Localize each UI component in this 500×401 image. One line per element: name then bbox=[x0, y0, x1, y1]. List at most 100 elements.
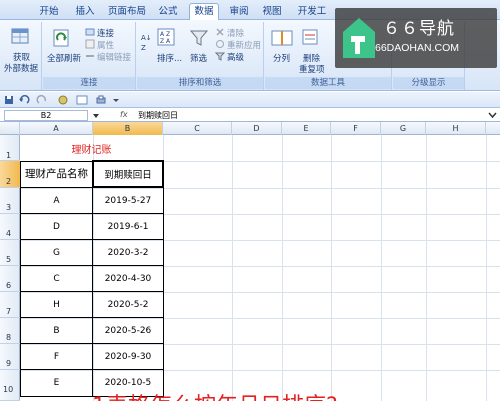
tab-data[interactable]: 数据 bbox=[189, 3, 219, 21]
tab-page-layout[interactable]: 页面布局 bbox=[104, 4, 150, 20]
table-row-product[interactable]: D bbox=[20, 222, 93, 232]
split-columns-button[interactable]: 分列 bbox=[273, 52, 290, 64]
table-row-product[interactable]: C bbox=[20, 274, 93, 284]
group-sort-filter: A↓ Z A Z Z A 排序... 筛选 清除 重新应用 高级 排序和筛选 bbox=[137, 22, 264, 90]
table-row-date[interactable]: 2019-6-1 bbox=[93, 222, 163, 232]
svg-text:A Z: A Z bbox=[160, 31, 170, 38]
table-row-date[interactable]: 2020-5-26 bbox=[93, 326, 163, 336]
row-header-6[interactable]: 6 bbox=[0, 266, 20, 292]
svg-text:Z: Z bbox=[141, 44, 146, 52]
row-header-4[interactable]: 4 bbox=[0, 214, 20, 240]
table-row-product[interactable]: F bbox=[20, 352, 93, 362]
table-row-product[interactable]: A bbox=[20, 196, 93, 206]
table-inner-border bbox=[20, 369, 164, 370]
table-inner-border bbox=[20, 317, 164, 318]
column-header-d[interactable]: D bbox=[232, 122, 282, 135]
select-all-corner[interactable] bbox=[0, 122, 20, 135]
table-row-date[interactable]: 2020-5-2 bbox=[93, 300, 163, 310]
formula-bar: B2 fx 到期赎回日 bbox=[0, 109, 500, 122]
name-box-dropdown-icon[interactable] bbox=[92, 112, 100, 120]
table-row-product[interactable]: E bbox=[20, 378, 93, 388]
column-header-e[interactable]: E bbox=[282, 122, 331, 135]
connections-group-label: 连接 bbox=[43, 77, 135, 89]
tab-view[interactable]: 视图 bbox=[257, 4, 287, 20]
redo-icon[interactable] bbox=[36, 95, 48, 105]
header-product-cell[interactable]: 理财产品名称 bbox=[20, 166, 93, 181]
gridline bbox=[486, 135, 487, 401]
name-box[interactable]: B2 bbox=[4, 110, 88, 121]
worksheet-grid[interactable]: 理财记账 理财产品名称 到期赎回日 A 2019-5-27 D 2019-6-1… bbox=[20, 135, 500, 401]
tab-insert[interactable]: 插入 bbox=[70, 4, 100, 20]
column-header-f[interactable]: F bbox=[331, 122, 381, 135]
undo-icon[interactable] bbox=[18, 95, 30, 105]
table-row-product[interactable]: H bbox=[20, 300, 93, 310]
row-header-9[interactable]: 9 bbox=[0, 344, 20, 370]
fx-icon[interactable]: fx bbox=[120, 110, 128, 119]
tab-review[interactable]: 审阅 bbox=[224, 4, 254, 20]
table-row-product[interactable]: B bbox=[20, 326, 93, 336]
tab-developer[interactable]: 开发工 bbox=[292, 4, 332, 20]
expand-formula-bar-icon[interactable] bbox=[488, 111, 497, 120]
refresh-all-icon bbox=[53, 29, 69, 47]
connections-button[interactable]: 连接 bbox=[97, 27, 114, 39]
filter-button[interactable]: 筛选 bbox=[190, 52, 207, 64]
row-header-7[interactable]: 7 bbox=[0, 292, 20, 318]
caption-overlay: 1表格怎么按年月日排序? bbox=[92, 388, 338, 401]
properties-button[interactable]: 属性 bbox=[97, 39, 114, 51]
table-row-date[interactable]: 2020-9-30 bbox=[93, 352, 163, 362]
sort-az-icon: A↓ Z bbox=[141, 34, 152, 52]
active-cell-cursor bbox=[92, 160, 164, 188]
advanced-button[interactable]: 高级 bbox=[227, 51, 244, 63]
reapply-icon bbox=[216, 40, 224, 48]
tab-formulas[interactable]: 公式 bbox=[153, 4, 183, 20]
outline-group-label: 分级显示 bbox=[393, 77, 464, 89]
row-header-3[interactable]: 3 bbox=[0, 188, 20, 214]
sort-button[interactable]: 排序... bbox=[157, 52, 182, 64]
sheet-title[interactable]: 理财记账 bbox=[20, 141, 163, 156]
refresh-all-button[interactable]: 全部刷新 bbox=[47, 52, 81, 64]
table-inner-border bbox=[20, 239, 164, 240]
edit-links-icon bbox=[86, 55, 94, 57]
clear-button[interactable]: 清除 bbox=[227, 27, 244, 39]
remove-duplicates-label-2[interactable]: 重复项 bbox=[299, 63, 325, 75]
column-header-g[interactable]: G bbox=[381, 122, 426, 135]
group-connections: 全部刷新 连接 属性 编辑链接 连接 bbox=[43, 22, 136, 90]
row-header-5[interactable]: 5 bbox=[0, 240, 20, 266]
table-inner-border bbox=[20, 213, 164, 214]
table-row-date[interactable]: 2020-3-2 bbox=[93, 248, 163, 258]
save-icon[interactable] bbox=[4, 95, 14, 105]
tab-home[interactable]: 开始 bbox=[34, 4, 64, 20]
formula-input[interactable]: 到期赎回日 bbox=[138, 110, 178, 121]
customize-toolbar-chevron-icon[interactable] bbox=[112, 96, 120, 104]
filter-funnel-icon bbox=[189, 30, 209, 46]
column-header-h[interactable]: H bbox=[426, 122, 486, 135]
svg-text:A↓: A↓ bbox=[141, 34, 152, 42]
gridline bbox=[381, 135, 382, 401]
spelling-icon[interactable] bbox=[76, 95, 88, 105]
group-external-data: 获取 外部数据 bbox=[0, 22, 42, 90]
edit-links-button[interactable]: 编辑链接 bbox=[97, 51, 131, 63]
reapply-button[interactable]: 重新应用 bbox=[227, 39, 261, 51]
row-header-10[interactable]: 10 bbox=[0, 370, 20, 401]
column-header-b[interactable]: B bbox=[93, 122, 163, 135]
table-row-date[interactable]: 2020-4-30 bbox=[93, 274, 163, 284]
table-inner-border bbox=[20, 265, 164, 266]
row-header-1[interactable]: 1 bbox=[0, 135, 20, 161]
get-external-data-label-2[interactable]: 外部数据 bbox=[4, 62, 38, 74]
svg-text:Z A: Z A bbox=[160, 38, 171, 45]
quick-print-icon[interactable] bbox=[96, 95, 106, 105]
text-to-columns-icon bbox=[271, 30, 293, 46]
print-preview-icon[interactable] bbox=[58, 95, 68, 105]
row-header-2[interactable]: 2 bbox=[0, 161, 20, 188]
gridline bbox=[426, 135, 427, 401]
table-row-date[interactable]: 2019-5-27 bbox=[93, 196, 163, 206]
database-icon bbox=[11, 28, 29, 44]
table-row-product[interactable]: G bbox=[20, 248, 93, 258]
connections-icon bbox=[85, 28, 95, 36]
column-header-c[interactable]: C bbox=[163, 122, 232, 135]
table-row-date[interactable]: 2020-10-5 bbox=[93, 378, 163, 388]
row-header-8[interactable]: 8 bbox=[0, 318, 20, 344]
table-inner-border bbox=[20, 291, 164, 292]
site-watermark: ６６导航 66DAOHAN.COM bbox=[335, 8, 497, 68]
column-header-a[interactable]: A bbox=[20, 122, 93, 135]
